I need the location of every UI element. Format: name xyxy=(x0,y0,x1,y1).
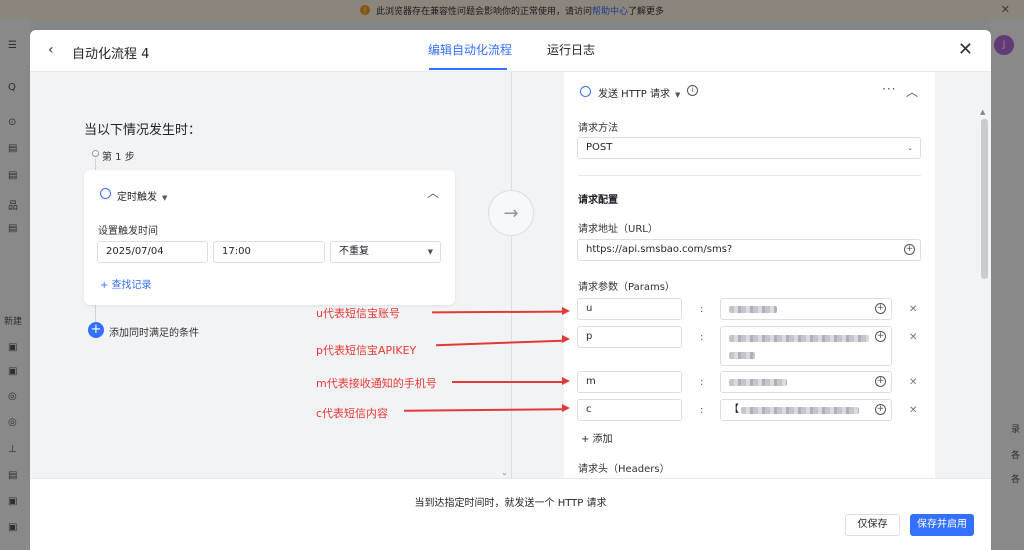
chevron-up-icon[interactable]: ︿ xyxy=(427,184,439,201)
insert-field-icon[interactable]: + xyxy=(875,376,886,387)
back-icon[interactable]: ‹ xyxy=(48,42,62,58)
set-time-label: 设置触发时间 xyxy=(98,226,158,237)
modal-footer: 当到达指定时间时，就发送一个 HTTP 请求 仅保存 保存并启用 xyxy=(30,478,991,550)
insert-field-icon[interactable]: + xyxy=(875,303,886,314)
redacted-value xyxy=(729,335,869,342)
action-type-label: 发送 HTTP 请求 xyxy=(598,89,670,100)
section-divider xyxy=(578,175,921,176)
flow-summary: 当到达指定时间时，就发送一个 HTTP 请求 xyxy=(414,498,607,509)
pane-divider xyxy=(511,72,512,478)
close-icon[interactable]: ✕ xyxy=(958,40,973,60)
param-value-input[interactable]: + xyxy=(720,371,892,393)
url-input[interactable]: https://api.smsbao.com/sms? + xyxy=(577,239,921,261)
add-circle-icon[interactable]: + xyxy=(88,322,104,338)
param-colon: : xyxy=(700,377,704,388)
param-key-input[interactable]: c xyxy=(577,399,682,421)
annotation-c: c代表短信内容 xyxy=(316,407,389,420)
flow-title: 自动化流程 4 xyxy=(72,47,150,62)
caret-down-icon: ▼ xyxy=(427,248,433,256)
info-icon[interactable]: i xyxy=(687,85,698,96)
annotation-arrow-head xyxy=(562,307,570,315)
globe-icon xyxy=(580,86,591,97)
redacted-value xyxy=(741,407,859,414)
url-label: 请求地址（URL） xyxy=(578,224,658,235)
trigger-card: 定时触发 ▼ ︿ 设置触发时间 2025/07/04 17:00 不重复 ▼ + … xyxy=(84,170,455,305)
date-input[interactable]: 2025/07/04 xyxy=(97,241,208,263)
config-section-title: 请求配置 xyxy=(578,195,618,206)
method-select[interactable]: POST ⌄ xyxy=(577,137,921,159)
annotation-arrow-head xyxy=(562,335,570,343)
method-value: POST xyxy=(586,142,613,153)
headers-label: 请求头（Headers） xyxy=(578,464,670,475)
caret-down-icon: ▼ xyxy=(162,194,168,202)
param-colon: : xyxy=(700,304,704,315)
active-tab-indicator xyxy=(429,68,507,70)
insert-field-icon[interactable]: + xyxy=(875,404,886,415)
step-dot xyxy=(92,150,99,157)
action-card: 发送 HTTP 请求 ▼ i ··· ︿ 请求方法 POST ⌄ 请求配置 请求地… xyxy=(564,72,935,478)
scroll-up-icon[interactable]: ▲ xyxy=(980,108,985,116)
annotation-arrow-head xyxy=(562,404,570,412)
param-key-input[interactable]: m xyxy=(577,371,682,393)
param-colon: : xyxy=(700,332,704,343)
save-button[interactable]: 仅保存 xyxy=(845,514,900,536)
insert-field-icon[interactable]: + xyxy=(875,331,886,342)
delete-param-icon[interactable]: ✕ xyxy=(909,332,917,343)
trigger-pane[interactable]: 当以下情况发生时： 第 1 步 定时触发 ▼ ︿ 设置触发时间 2025/07/0… xyxy=(30,72,511,478)
caret-down-icon: ▼ xyxy=(674,91,681,99)
add-condition-link[interactable]: 添加同时满足的条件 xyxy=(109,324,199,339)
param-value-input[interactable]: + xyxy=(720,326,892,366)
modal-header: ‹ 自动化流程 4 编辑自动化流程 运行日志 ✕ xyxy=(30,30,991,72)
annotation-u: u代表短信宝账号 xyxy=(316,307,400,320)
param-key-input[interactable]: p xyxy=(577,326,682,348)
params-label: 请求参数（Params） xyxy=(578,282,675,293)
repeat-select[interactable]: 不重复 ▼ xyxy=(330,241,441,263)
trigger-type-label: 定时触发 xyxy=(117,192,157,203)
delete-param-icon[interactable]: ✕ xyxy=(909,405,917,416)
param-value-input[interactable]: + xyxy=(720,298,892,320)
annotation-arrow xyxy=(452,381,562,383)
trigger-type-select[interactable]: 定时触发 ▼ xyxy=(117,188,167,203)
annotation-m: m代表接收通知的手机号 xyxy=(316,377,437,390)
param-colon: : xyxy=(700,405,704,416)
when-title: 当以下情况发生时： xyxy=(84,123,202,138)
tab-edit-flow[interactable]: 编辑自动化流程 xyxy=(428,41,512,58)
redacted-value xyxy=(729,352,755,359)
annotation-arrow-head xyxy=(562,377,570,385)
time-input[interactable]: 17:00 xyxy=(213,241,325,263)
right-scrollbar[interactable] xyxy=(981,119,988,279)
url-value: https://api.smsbao.com/sms? xyxy=(586,244,733,255)
chevron-up-icon[interactable]: ︿ xyxy=(906,83,918,100)
alarm-clock-icon xyxy=(100,188,111,199)
param-value-prefix: 【 xyxy=(729,404,739,415)
repeat-value: 不重复 xyxy=(339,246,369,257)
add-param-button[interactable]: + 添加 xyxy=(581,430,613,445)
param-key-input[interactable]: u xyxy=(577,298,682,320)
find-record-link[interactable]: + 查找记录 xyxy=(100,276,152,291)
delete-param-icon[interactable]: ✕ xyxy=(909,304,917,315)
method-label: 请求方法 xyxy=(578,123,618,134)
redacted-value xyxy=(729,306,777,313)
scroll-down-icon[interactable]: ⌄ xyxy=(501,468,508,477)
redacted-value xyxy=(729,379,787,386)
step-label: 第 1 步 xyxy=(102,152,135,163)
insert-field-icon[interactable]: + xyxy=(904,244,915,255)
automation-modal: ‹ 自动化流程 4 编辑自动化流程 运行日志 ✕ 当以下情况发生时： 第 1 步… xyxy=(30,30,991,550)
delete-param-icon[interactable]: ✕ xyxy=(909,377,917,388)
chevron-down-icon: ⌄ xyxy=(907,144,913,152)
tab-run-log[interactable]: 运行日志 xyxy=(547,41,595,58)
save-and-enable-button[interactable]: 保存并启用 xyxy=(910,514,974,536)
action-type-select[interactable]: 发送 HTTP 请求 ▼ xyxy=(598,85,680,100)
arrow-right-icon: → xyxy=(488,190,534,236)
modal-body: 当以下情况发生时： 第 1 步 定时触发 ▼ ︿ 设置触发时间 2025/07/0… xyxy=(30,72,991,478)
annotation-p: p代表短信宝APIKEY xyxy=(316,344,417,357)
param-value-input[interactable]: 【 + xyxy=(720,399,892,421)
more-icon[interactable]: ··· xyxy=(882,82,896,96)
